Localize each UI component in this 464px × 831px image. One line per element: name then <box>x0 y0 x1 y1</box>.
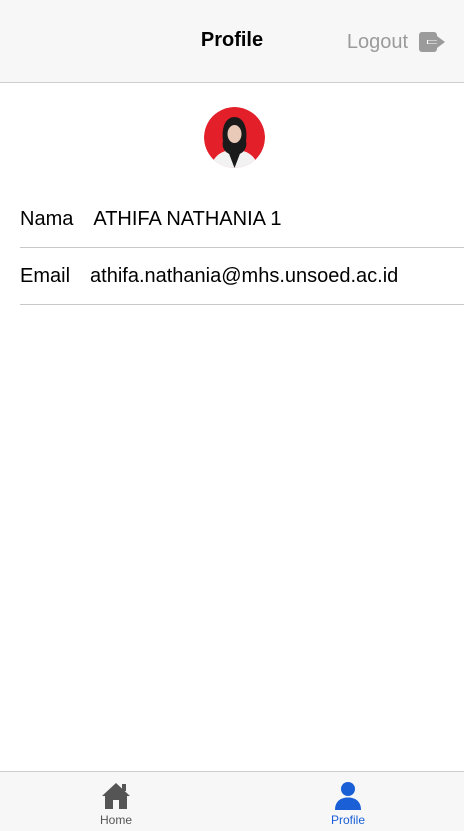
bottom-tab-bar: Home Profile <box>0 771 464 831</box>
tab-home-label: Home <box>99 813 132 827</box>
nama-value: ATHIFA NATHANIA 1 <box>93 207 282 230</box>
navigation-header: Profile Logout <box>0 0 464 83</box>
tab-profile-label: Profile <box>330 813 365 827</box>
nama-label: Nama <box>20 207 74 230</box>
avatar <box>204 107 265 168</box>
email-value: athifa.nathania@mhs.unsoed.ac.id <box>90 264 399 287</box>
app-root: Profile Logout Nama ATHIFA NATHANIA 1 Em… <box>0 0 464 831</box>
logout-icon <box>418 30 446 54</box>
email-label: Email <box>20 264 71 287</box>
profile-row-nama: Nama ATHIFA NATHANIA 1 <box>20 191 464 248</box>
tab-profile[interactable]: Profile <box>232 772 464 831</box>
tab-home[interactable]: Home <box>0 772 232 831</box>
logout-button[interactable]: Logout <box>347 26 446 58</box>
profile-row-email: Email athifa.nathania@mhs.unsoed.ac.id <box>20 248 464 305</box>
logout-label: Logout <box>346 30 408 53</box>
